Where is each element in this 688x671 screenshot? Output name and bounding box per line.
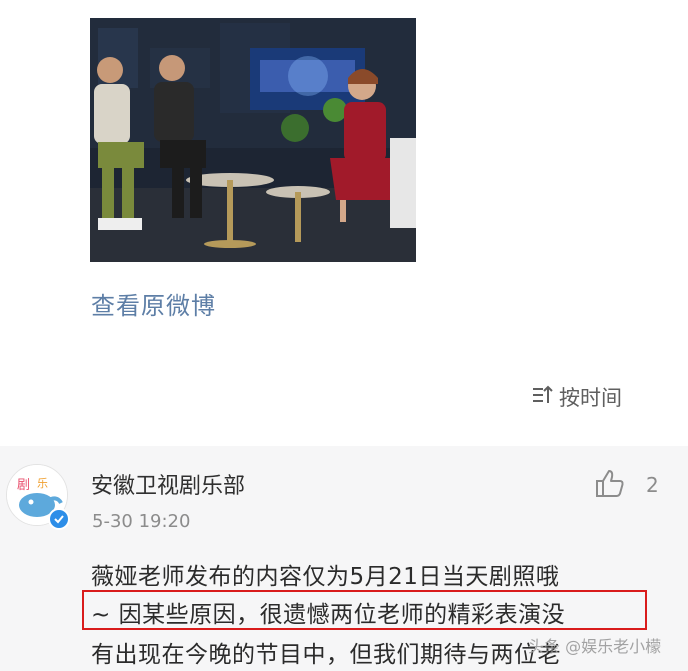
- svg-text:剧: 剧: [17, 478, 30, 493]
- sort-icon: [531, 384, 553, 410]
- verified-badge-icon: [48, 508, 70, 530]
- thumbs-up-icon: [594, 468, 626, 502]
- post-photo[interactable]: [90, 18, 416, 262]
- comment-text-line: 薇娅老师发布的内容仅为5月21日当天剧照哦: [91, 564, 560, 590]
- watermark: 头条 @娱乐老小檬: [528, 637, 662, 656]
- comment-timestamp: 5-30 19:20: [92, 511, 191, 532]
- sort-by-time-toggle[interactable]: 按时间: [531, 382, 622, 412]
- sort-label: 按时间: [559, 386, 622, 410]
- like-button[interactable]: 2: [594, 468, 659, 502]
- like-count: 2: [646, 473, 659, 497]
- view-original-link[interactable]: 查看原微博: [91, 286, 216, 321]
- comment-text-line: 有出现在今晚的节目中，但我们期待与两位老: [91, 642, 561, 668]
- svg-text:乐: 乐: [37, 477, 48, 490]
- comment-username[interactable]: 安徽卫视剧乐部: [91, 468, 245, 500]
- highlight-annotation: [82, 590, 647, 630]
